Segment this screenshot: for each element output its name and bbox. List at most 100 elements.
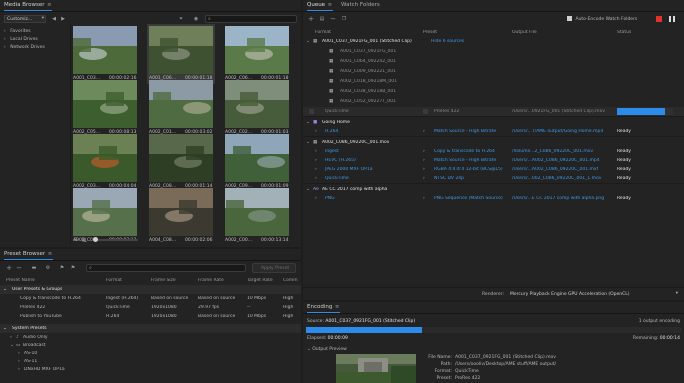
tree-favorites[interactable]: › Favorites — [4, 29, 31, 34]
preset-group-user[interactable]: ⌄ User Presets & Groups — [0, 285, 301, 294]
queue-item-going-home[interactable]: ⌄ ■ Going Home — [303, 118, 684, 127]
renderer-dropdown[interactable]: Mercury Playback Engine GPU Acceleration… — [508, 290, 678, 298]
queue-output-row[interactable]: › HEVC (H.265) › Match Source - High Bitrat… — [303, 156, 684, 165]
add-source-icon[interactable]: + — [308, 16, 314, 23]
queue-output-ae-comp[interactable]: › PNG › PNG Sequence (Match Source) /Use… — [303, 194, 684, 203]
arrow-back-icon[interactable]: ◀ — [51, 16, 57, 22]
queue-item-ae-comp[interactable]: ⌄ Ae AE CC 2017 comp with alpha — [303, 185, 684, 194]
add-preset-icon[interactable]: + — [6, 265, 12, 272]
panel-menu-icon[interactable]: ≡ — [334, 304, 340, 310]
clip-thumbnail[interactable] — [73, 80, 137, 128]
stitched-source-row[interactable]: ▦ A001_C064_092242_001 — [303, 57, 684, 66]
output-format[interactable]: Ingest — [325, 149, 339, 154]
clip-thumbnail[interactable] — [73, 26, 137, 74]
media-search-input[interactable]: ⌕ — [205, 15, 297, 23]
arrow-forward-icon[interactable]: ▶ — [60, 16, 66, 22]
queue-output-row[interactable]: › JPEG 2000 MXF OP1a › RGBA 4:4:4:4 12-bit … — [303, 165, 684, 174]
output-preset[interactable]: NTSC DV 24p — [434, 176, 512, 181]
icon-view-icon[interactable]: ▦ — [81, 237, 87, 243]
media-browser-tab[interactable]: Media Browser ≡ — [4, 2, 53, 11]
preset-search-input[interactable]: ⌕ — [86, 264, 246, 272]
encoding-tab[interactable]: Encoding ≡ — [307, 304, 341, 313]
list-view-icon[interactable]: ☰ — [73, 237, 79, 243]
workspace-dropdown[interactable]: Customiz... ▾ — [4, 15, 46, 23]
col-preset[interactable]: Preset — [423, 30, 437, 35]
queue-output-going-home[interactable]: › H.264 › Match Source - High Bitrate /U… — [303, 127, 684, 136]
output-checkbox[interactable] — [309, 109, 314, 114]
add-output-icon[interactable]: ▤ — [319, 16, 325, 22]
clip-thumbnail[interactable] — [225, 188, 289, 236]
output-preset[interactable]: Copy & transcode to H.264 — [434, 149, 512, 154]
col-comment[interactable]: Comm — [283, 278, 298, 283]
output-preset[interactable]: Match Source - High Bitrate — [434, 129, 496, 134]
col-format[interactable]: Format — [106, 278, 122, 283]
panel-menu-icon[interactable]: ≡ — [327, 2, 333, 8]
col-frame-size[interactable]: Frame Size — [151, 278, 176, 283]
queue-item-a002[interactable]: ⌄ ▦ A002_C086_09220C_001.mov — [303, 138, 684, 147]
panel-menu-icon[interactable]: ≡ — [47, 251, 53, 257]
output-preview-toggle[interactable]: ⌄ Output Preview — [307, 347, 347, 352]
remove-icon[interactable]: − — [330, 16, 336, 23]
output-format[interactable]: QuickTime — [325, 176, 349, 181]
stitched-source-row[interactable]: ▦ A002_C018_09218M_001 — [303, 77, 684, 86]
output-preset[interactable]: Match Source - High Bitrate — [434, 158, 512, 163]
stop-button[interactable] — [656, 16, 662, 22]
preset-group-system[interactable]: ⌄ System Presets — [0, 324, 301, 333]
output-file[interactable]: /Users/...A002_C086_09220C_001.mp4 — [512, 158, 600, 163]
output-format[interactable]: JPEG 2000 MXF OP1a — [325, 167, 373, 172]
import-preset-icon[interactable]: ⚑ — [59, 265, 65, 271]
new-group-icon[interactable]: ▬ — [31, 265, 37, 271]
output-file[interactable]: /Users/...E CC 2017 comp with alpha.png — [512, 196, 604, 201]
output-format[interactable]: PNG — [325, 196, 335, 201]
export-preset-icon[interactable]: ⚑ — [70, 265, 76, 271]
output-format[interactable]: H.264 — [325, 129, 338, 134]
col-status[interactable]: Status — [617, 30, 631, 35]
output-file[interactable]: /Users/...T/AME output/Going Home.mp4 — [512, 129, 603, 134]
col-format[interactable]: Format — [315, 30, 331, 35]
queue-output-row[interactable]: › QuickTime › NTSC DV 24p/Users/...002_C086… — [303, 174, 684, 183]
auto-encode-checkbox[interactable]: Auto-Encode Watch Folders — [567, 16, 637, 22]
preset-browser-tab[interactable]: Preset Browser ≡ — [4, 251, 53, 260]
stitched-source-row[interactable]: ▦ A001_C037_0921FG_001 — [303, 47, 684, 56]
col-output-file[interactable]: Output File — [512, 30, 537, 35]
zoom-slider[interactable] — [92, 237, 138, 242]
queue-output-stitched[interactable]: QuickTime ProRes 422 /Users/...0921FG_00… — [303, 107, 684, 116]
clip-thumbnail[interactable] — [149, 80, 213, 128]
zoom-slider-handle[interactable] — [93, 237, 98, 242]
clip-thumbnail[interactable] — [225, 26, 289, 74]
tree-local-drives[interactable]: › Local Drives — [4, 37, 38, 42]
clip-thumbnail[interactable] — [149, 26, 213, 74]
tree-network-drives[interactable]: › Network Drives — [4, 45, 45, 50]
col-frame-rate[interactable]: Frame Rate — [198, 278, 224, 283]
queue-output-row[interactable]: › Ingest › Copy & transcode to H.264/Volume… — [303, 147, 684, 156]
filter-icon[interactable]: ⏷ — [178, 16, 184, 22]
stitched-source-row[interactable]: ▦ A002_C038_09218B_001 — [303, 87, 684, 96]
clip-thumbnail[interactable] — [225, 80, 289, 128]
tab-queue[interactable]: Queue ≡ — [307, 2, 333, 11]
output-file[interactable]: /Users/...002_C086_09220C_001_1.mov — [512, 176, 601, 181]
output-file[interactable]: /Volume...2_C086_09220C_001.mov — [512, 149, 593, 154]
output-file[interactable]: /Users/...A002_C086_09220C_001.mxf — [512, 167, 598, 172]
clip-thumbnail[interactable] — [73, 134, 137, 182]
clip-thumbnail[interactable] — [225, 134, 289, 182]
output-preset[interactable]: PNG Sequence (Match Source) — [434, 196, 503, 201]
stitched-source-row[interactable]: ▦ A002_C052_09227T_001 — [303, 97, 684, 106]
tab-watch-folders[interactable]: Watch Folders — [341, 2, 380, 8]
clip-thumbnail[interactable] — [149, 134, 213, 182]
settings-icon[interactable]: ⚙ — [45, 265, 51, 271]
preset-row[interactable]: Copy & transcode to H.264 Ingest (H.264) B… — [0, 294, 301, 303]
col-target-rate[interactable]: Target Rate — [247, 278, 273, 283]
hide-sources-link[interactable]: Hide 6 sources — [431, 39, 464, 44]
sys-item-dnxhd[interactable]: › DNxHD MXF OP1a — [0, 365, 301, 374]
panel-menu-icon[interactable]: ≡ — [46, 2, 52, 8]
clip-thumbnail[interactable] — [73, 188, 137, 236]
col-preset-name[interactable]: Preset Name — [6, 278, 35, 283]
output-preset[interactable]: RGBA 4:4:4:4 12-bit (BCS@L5) — [434, 167, 512, 172]
preset-row[interactable]: ProRes 422 QuickTime 1920x1080 29.97 fps -- H… — [0, 303, 301, 312]
stitched-source-row[interactable]: ▦ A002_C009_092221_001 — [303, 67, 684, 76]
output-format[interactable]: HEVC (H.265) — [325, 158, 356, 163]
clip-thumbnail[interactable] — [149, 188, 213, 236]
apply-preset-button[interactable]: Apply Preset — [252, 263, 296, 273]
queue-item-stitched[interactable]: ⌄ ▦ A001_C037_0921FG_001 (Stitched Clip)… — [303, 37, 684, 46]
pause-button[interactable] — [669, 16, 675, 22]
